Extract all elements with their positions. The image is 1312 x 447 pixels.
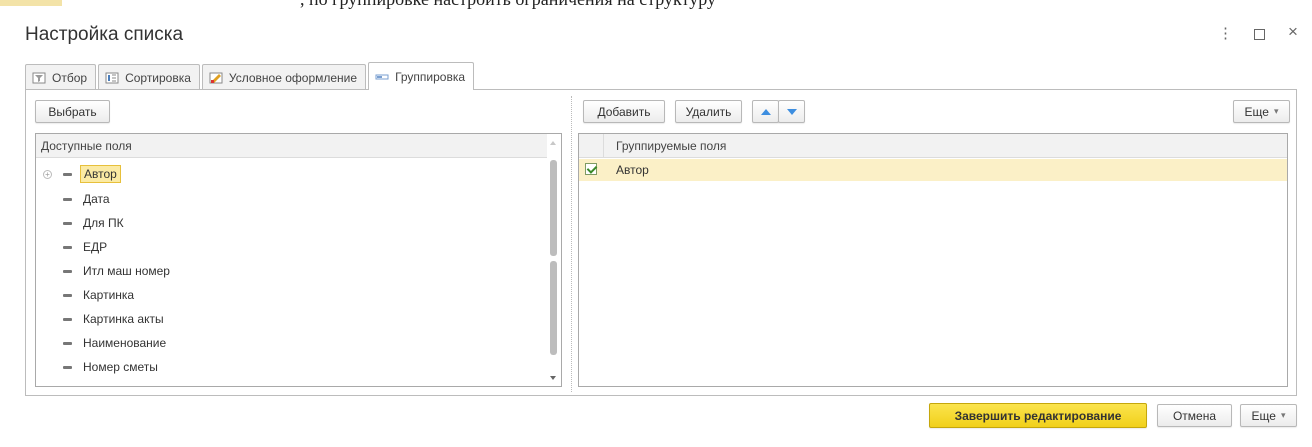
scroll-down-icon[interactable]	[550, 376, 556, 380]
move-up-button[interactable]	[752, 100, 779, 123]
list-item-label: Наименование	[83, 336, 167, 350]
available-fields-header: Доступные поля	[36, 134, 561, 158]
field-icon	[63, 341, 72, 345]
tab-bar: Отбор Сортировка Условное оформление Гру…	[25, 62, 476, 90]
tab-sort[interactable]: Сортировка	[98, 64, 200, 90]
scrollbar-thumb[interactable]	[550, 160, 557, 256]
dropdown-caret-icon: ▾	[1280, 410, 1286, 420]
add-button[interactable]: Добавить	[583, 100, 665, 123]
list-item-label: Автор	[80, 165, 121, 183]
cancel-button[interactable]: Отмена	[1157, 404, 1232, 427]
grouped-fields-list[interactable]: Группируемые поля Автор	[578, 133, 1288, 387]
field-icon	[63, 317, 72, 321]
list-item[interactable]: Картинка	[36, 285, 546, 305]
arrow-down-icon	[786, 108, 797, 115]
field-icon	[63, 172, 72, 176]
available-fields-list[interactable]: Доступные поля + Автор Дата Для ПК ЕДР И…	[35, 133, 562, 387]
window-title: Настройка списка	[25, 24, 184, 45]
row-checkbox[interactable]	[585, 163, 597, 175]
tab-label: Условное оформление	[228, 70, 358, 85]
tab-filter[interactable]: Отбор	[25, 64, 97, 90]
grouping-icon	[375, 71, 389, 83]
filter-icon	[32, 72, 46, 84]
maximize-icon[interactable]	[1254, 29, 1265, 40]
list-item[interactable]: Итл маш номер	[36, 261, 546, 281]
conditional-format-icon	[209, 72, 223, 84]
list-item-label: ЕДР	[83, 240, 108, 254]
header-check-column	[579, 134, 604, 158]
list-item[interactable]: Для ПК	[36, 213, 546, 233]
table-row[interactable]: Автор	[579, 159, 1287, 181]
footer-more-button[interactable]: Еще ▾	[1240, 404, 1297, 427]
more-button[interactable]: Еще ▾	[1233, 100, 1290, 123]
top-strip: , по группировке настроить ограничения н…	[0, 0, 1312, 10]
field-icon	[63, 365, 72, 369]
vertical-scrollbar[interactable]	[547, 134, 561, 386]
tab-label: Отбор	[52, 70, 88, 85]
arrow-up-icon	[760, 108, 771, 115]
list-item-label: Картинка акты	[83, 312, 164, 326]
finish-editing-button[interactable]: Завершить редактирование	[929, 403, 1147, 428]
list-item-label: Итл маш номер	[83, 264, 170, 278]
field-icon	[63, 221, 72, 225]
clipped-background-text: , по группировке настроить ограничения н…	[300, 0, 716, 10]
field-icon	[63, 197, 72, 201]
list-item-label: Номер сметы	[83, 360, 158, 374]
list-item-label: Картинка	[83, 288, 135, 302]
list-item[interactable]: + Автор	[36, 164, 546, 184]
list-item[interactable]: Номер сметы	[36, 357, 546, 377]
field-icon	[63, 293, 72, 297]
more-button-label: Еще	[1244, 104, 1269, 119]
list-item-label: Дата	[83, 192, 110, 206]
panel-divider	[571, 96, 572, 392]
scrollbar-thumb-lower[interactable]	[550, 261, 557, 355]
more-actions-icon[interactable]: ⋮	[1218, 26, 1233, 42]
dropdown-caret-icon: ▾	[1273, 106, 1279, 116]
list-item[interactable]: ЕДР	[36, 237, 546, 257]
row-label: Автор	[616, 163, 649, 177]
list-item[interactable]: Дата	[36, 189, 546, 209]
list-item[interactable]: Картинка акты	[36, 309, 546, 329]
top-accent	[0, 0, 62, 6]
field-icon	[63, 269, 72, 273]
grouped-fields-header: Группируемые поля	[604, 134, 1287, 158]
select-button[interactable]: Выбрать	[35, 100, 110, 123]
tab-label: Группировка	[395, 69, 466, 84]
sort-icon	[105, 72, 119, 84]
tab-grouping[interactable]: Группировка	[368, 62, 475, 90]
list-item[interactable]: Наименование	[36, 333, 546, 353]
field-icon	[63, 245, 72, 249]
tab-conditional-format[interactable]: Условное оформление	[201, 64, 367, 90]
tab-label: Сортировка	[125, 70, 191, 85]
delete-button[interactable]: Удалить	[675, 100, 742, 123]
close-icon[interactable]: ×	[1288, 23, 1298, 40]
grouping-panel: Выбрать Доступные поля + Автор Дата Для …	[25, 89, 1297, 396]
list-item-label: Для ПК	[83, 216, 124, 230]
more-button-label: Еще	[1251, 408, 1276, 423]
expand-icon[interactable]: +	[43, 169, 52, 179]
scroll-up-icon[interactable]	[550, 141, 556, 145]
move-down-button[interactable]	[778, 100, 805, 123]
